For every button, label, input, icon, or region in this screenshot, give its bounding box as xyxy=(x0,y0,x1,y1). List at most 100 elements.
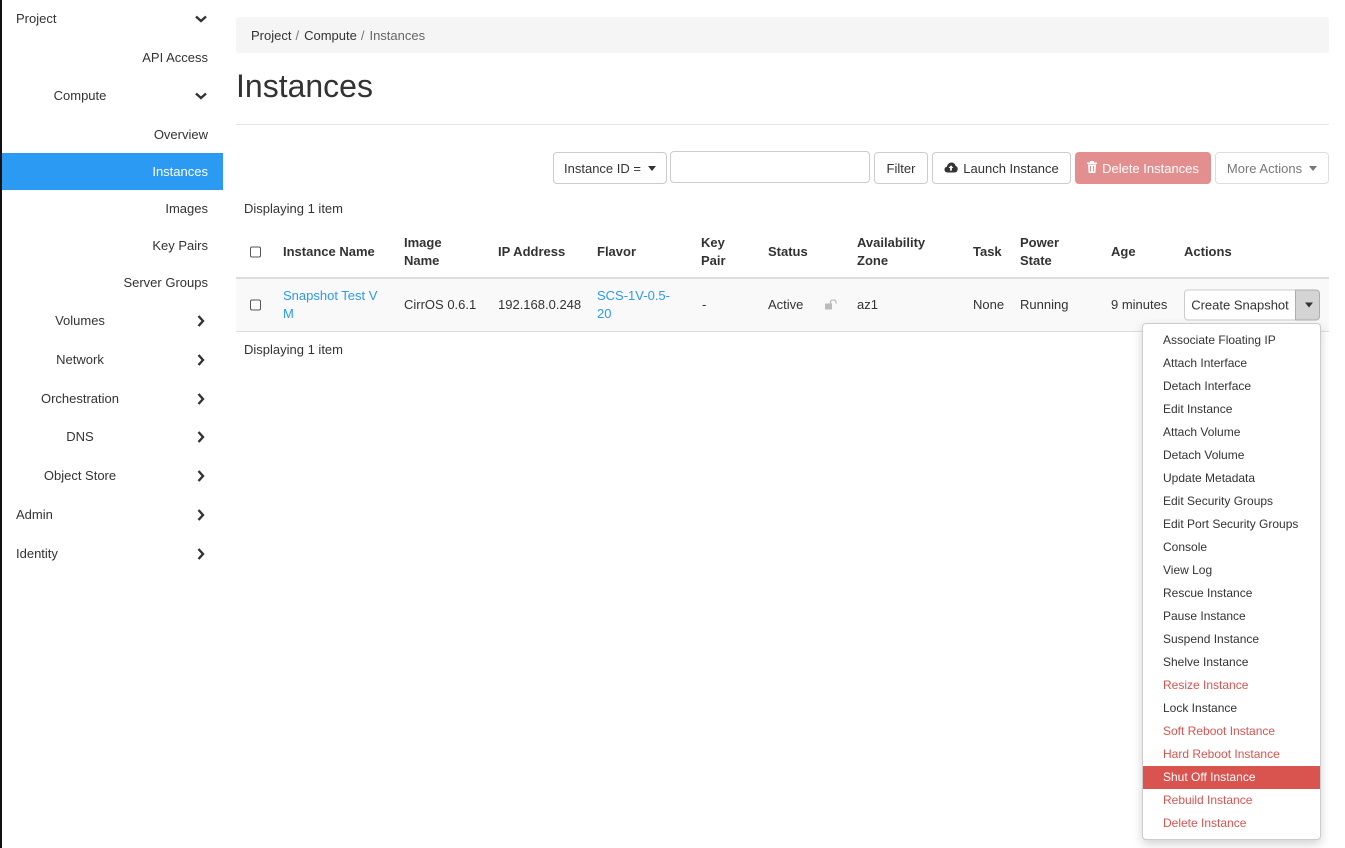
menu-item-shut-off-instance[interactable]: Shut Off Instance xyxy=(1143,766,1320,789)
sidebar-item-label: Admin xyxy=(16,507,53,522)
sidebar-item-dns[interactable]: DNS xyxy=(2,418,223,455)
menu-item-console[interactable]: Console xyxy=(1143,536,1320,559)
sidebar-nav: Project API Access Compute Overview Inst… xyxy=(0,0,223,848)
breadcrumb-project[interactable]: Project xyxy=(251,28,291,43)
chevron-right-icon xyxy=(194,392,208,406)
more-actions-button[interactable]: More Actions xyxy=(1215,152,1329,184)
launch-instance-button[interactable]: Launch Instance xyxy=(932,152,1071,184)
menu-item-shelve-instance[interactable]: Shelve Instance xyxy=(1143,651,1320,674)
sidebar-item-label: API Access xyxy=(142,50,208,65)
header-power-state-line2: State xyxy=(1020,252,1052,268)
menu-item-delete-instance[interactable]: Delete Instance xyxy=(1143,812,1320,835)
filter-input[interactable] xyxy=(670,151,870,183)
sidebar-item-volumes[interactable]: Volumes xyxy=(2,302,223,339)
caret-down-icon xyxy=(1309,165,1318,171)
sidebar-item-identity[interactable]: Identity xyxy=(2,535,223,572)
menu-item-attach-interface[interactable]: Attach Interface xyxy=(1143,352,1320,375)
sidebar-item-label: Project xyxy=(16,11,57,26)
menu-item-edit-instance[interactable]: Edit Instance xyxy=(1143,398,1320,421)
menu-item-pause-instance[interactable]: Pause Instance xyxy=(1143,605,1320,628)
header-image-name[interactable]: Image Name xyxy=(404,234,442,270)
header-key-pair[interactable]: Key Pair xyxy=(701,234,726,270)
page-title: Instances xyxy=(236,68,373,104)
menu-item-rescue-instance[interactable]: Rescue Instance xyxy=(1143,582,1320,605)
header-power-state-line1: Power xyxy=(1020,234,1060,250)
sidebar-item-label: Orchestration xyxy=(40,391,120,406)
image-name-cell: CirrOS 0.6.1 xyxy=(404,297,477,312)
sidebar-item-object-store[interactable]: Object Store xyxy=(2,457,223,494)
header-availability-zone[interactable]: Availability Zone xyxy=(857,234,925,270)
sidebar-item-label: Overview xyxy=(153,127,208,142)
header-flavor[interactable]: Flavor xyxy=(597,243,636,261)
chevron-down-icon xyxy=(194,89,208,103)
sidebar-item-label: Key Pairs xyxy=(152,238,208,253)
sidebar-item-admin[interactable]: Admin xyxy=(2,496,223,533)
display-count-top: Displaying 1 item xyxy=(244,201,343,216)
title-divider xyxy=(236,124,1329,125)
select-all-checkbox[interactable] xyxy=(250,246,261,257)
row-checkbox[interactable] xyxy=(250,299,261,311)
header-actions: Actions xyxy=(1184,243,1232,259)
header-task[interactable]: Task xyxy=(973,243,1002,261)
header-instance-name[interactable]: Instance Name xyxy=(283,243,375,261)
sidebar-item-label: Instances xyxy=(152,164,208,179)
sidebar-item-orchestration[interactable]: Orchestration xyxy=(2,380,223,417)
sidebar-item-project[interactable]: Project xyxy=(2,0,223,37)
chevron-right-icon xyxy=(194,314,208,328)
menu-item-lock-instance[interactable]: Lock Instance xyxy=(1143,697,1320,720)
menu-item-detach-interface[interactable]: Detach Interface xyxy=(1143,375,1320,398)
menu-item-rebuild-instance[interactable]: Rebuild Instance xyxy=(1143,789,1320,812)
row-actions-dropdown-toggle[interactable] xyxy=(1295,289,1320,321)
age-cell: 9 minutes xyxy=(1111,297,1168,312)
flavor-line2: 20 xyxy=(597,306,612,321)
chevron-right-icon xyxy=(194,430,208,444)
header-age[interactable]: Age xyxy=(1111,243,1136,261)
sidebar-item-api-access[interactable]: API Access xyxy=(2,39,223,76)
breadcrumb: Project / Compute / Instances xyxy=(236,17,1329,53)
delete-instances-button[interactable]: Delete Instances xyxy=(1075,152,1211,184)
header-power-state[interactable]: Power State xyxy=(1020,234,1059,270)
menu-item-edit-security-groups[interactable]: Edit Security Groups xyxy=(1143,490,1320,513)
menu-item-suspend-instance[interactable]: Suspend Instance xyxy=(1143,628,1320,651)
sidebar-item-instances[interactable]: Instances xyxy=(2,153,223,190)
sidebar-item-label: Compute xyxy=(53,88,107,103)
menu-item-soft-reboot-instance[interactable]: Soft Reboot Instance xyxy=(1143,720,1320,743)
breadcrumb-compute[interactable]: Compute xyxy=(304,28,357,43)
breadcrumb-instances: Instances xyxy=(369,27,426,43)
create-snapshot-label: Create Snapshot xyxy=(1191,297,1289,313)
sidebar-item-compute[interactable]: Compute xyxy=(2,77,223,114)
header-image-name-line2: Name xyxy=(404,252,440,268)
ip-address-cell: 192.168.0.248 xyxy=(498,297,582,312)
header-key-pair-line2: Pair xyxy=(701,252,726,268)
sidebar-item-server-groups[interactable]: Server Groups xyxy=(2,264,223,301)
menu-item-resize-instance[interactable]: Resize Instance xyxy=(1143,674,1320,697)
menu-item-associate-floating-ip[interactable]: Associate Floating IP xyxy=(1143,329,1320,352)
menu-item-view-log[interactable]: View Log xyxy=(1143,559,1320,582)
header-ip-address[interactable]: IP Address xyxy=(498,243,565,261)
sidebar-item-images[interactable]: Images xyxy=(2,190,223,227)
header-az-line2: Zone xyxy=(857,252,889,268)
header-status[interactable]: Status xyxy=(768,243,808,261)
breadcrumb-separator: / xyxy=(360,27,365,43)
menu-item-update-metadata[interactable]: Update Metadata xyxy=(1143,467,1320,490)
instance-name-line1: Snapshot Test V xyxy=(283,288,378,303)
instance-name-link[interactable]: Snapshot Test V M xyxy=(283,287,377,323)
sidebar-item-overview[interactable]: Overview xyxy=(2,116,223,153)
filter-field-select[interactable]: Instance ID = xyxy=(553,152,667,184)
filter-button[interactable]: Filter xyxy=(874,152,928,184)
menu-item-detach-volume[interactable]: Detach Volume xyxy=(1143,444,1320,467)
status-cell: Active xyxy=(768,297,804,312)
flavor-link[interactable]: SCS-1V-0.5- 20 xyxy=(597,287,670,323)
sidebar-item-label: Server Groups xyxy=(123,275,208,290)
chevron-right-icon xyxy=(194,508,208,522)
create-snapshot-button[interactable]: Create Snapshot xyxy=(1184,289,1296,321)
filter-button-label: Filter xyxy=(886,160,916,176)
menu-item-attach-volume[interactable]: Attach Volume xyxy=(1143,421,1320,444)
sidebar-item-network[interactable]: Network xyxy=(2,341,223,378)
more-actions-label: More Actions xyxy=(1226,160,1303,176)
flavor-line1: SCS-1V-0.5- xyxy=(597,288,670,303)
availability-zone-cell: az1 xyxy=(857,297,878,312)
menu-item-hard-reboot-instance[interactable]: Hard Reboot Instance xyxy=(1143,743,1320,766)
sidebar-item-key-pairs[interactable]: Key Pairs xyxy=(2,227,223,264)
menu-item-edit-port-security-groups[interactable]: Edit Port Security Groups xyxy=(1143,513,1320,536)
